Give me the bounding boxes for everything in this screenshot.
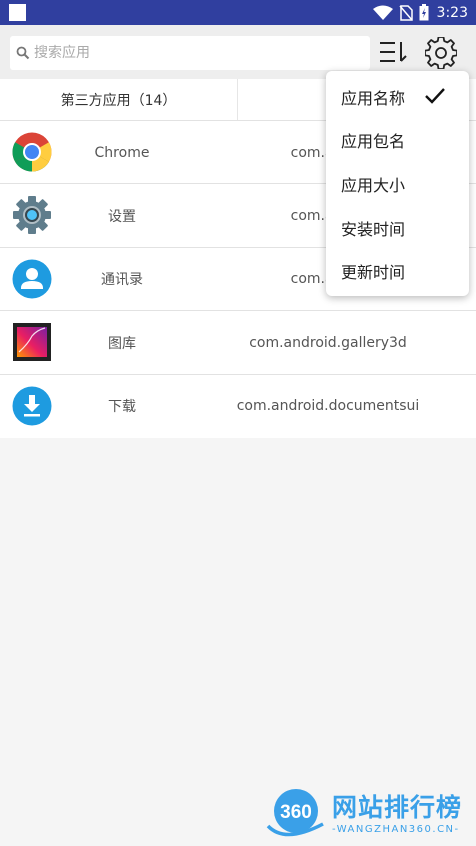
app-package: com.android.documentsui: [236, 398, 420, 415]
app-name: 设置: [108, 208, 136, 225]
status-bar: 3:23: [0, 0, 476, 25]
wifi-icon: [372, 5, 393, 20]
menu-item-label: 应用包名: [341, 132, 406, 152]
watermark-title: 网站排行榜: [332, 793, 463, 822]
gear-icon[interactable]: [425, 37, 457, 69]
menu-item-package-name[interactable]: 应用包名: [326, 119, 469, 163]
status-time: 3:23: [436, 4, 468, 21]
watermark-badge-text: 360: [280, 802, 312, 823]
checkmark-icon: [425, 88, 445, 104]
download-icon: [12, 386, 52, 426]
menu-item-install-time[interactable]: 安装时间: [326, 206, 469, 250]
menu-item-label: 安装时间: [341, 219, 406, 239]
app-name: 通讯录: [101, 272, 143, 289]
tab-third-party[interactable]: 第三方应用（14）: [0, 79, 238, 120]
app-name: 下载: [108, 399, 136, 416]
menu-item-label: 应用名称: [341, 88, 406, 108]
watermark: 360 网站排行榜 -WANGZHAN360.CN-: [262, 786, 472, 844]
app-row-gallery[interactable]: 图库 com.android.gallery3d: [0, 311, 476, 375]
menu-item-label: 更新时间: [341, 263, 406, 283]
search-box[interactable]: [10, 36, 370, 70]
gallery-icon: [13, 323, 51, 362]
menu-item-app-size[interactable]: 应用大小: [326, 162, 469, 206]
app-row-downloads[interactable]: 下载 com.android.documentsui: [0, 374, 476, 438]
app-package: com.android.gallery3d: [249, 334, 407, 351]
square-icon: [9, 4, 26, 21]
battery-charging-icon: [419, 4, 429, 21]
contacts-icon: [12, 259, 52, 299]
menu-item-label: 应用大小: [341, 175, 406, 195]
menu-item-app-name[interactable]: 应用名称: [326, 75, 469, 119]
app-name: Chrome: [94, 144, 150, 161]
menu-item-update-time[interactable]: 更新时间: [326, 249, 469, 293]
app-name: 图库: [108, 335, 136, 352]
chrome-icon: [12, 132, 52, 172]
settings-app-icon: [13, 196, 51, 235]
sort-menu: 应用名称 应用包名 应用大小 安装时间 更新时间: [326, 71, 469, 296]
no-sim-icon: [398, 4, 413, 21]
sort-icon[interactable]: [378, 39, 410, 67]
search-input[interactable]: [34, 38, 354, 68]
status-icons: 3:23: [372, 0, 468, 25]
search-icon: [16, 46, 30, 60]
watermark-logo-icon: 360: [266, 789, 324, 837]
watermark-subtitle: -WANGZHAN360.CN-: [332, 824, 460, 835]
